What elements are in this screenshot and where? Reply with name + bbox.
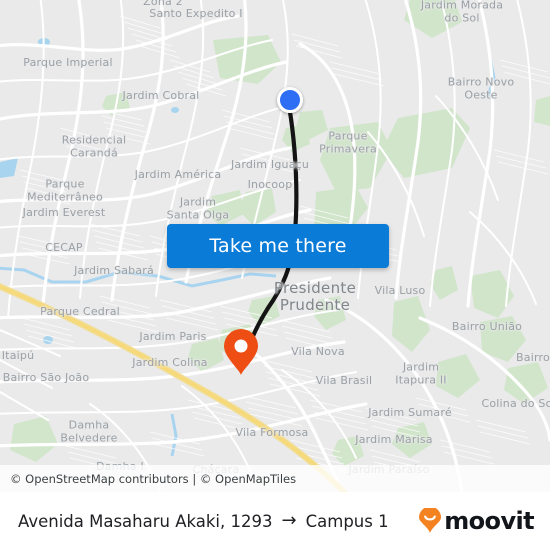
footer-bar: Avenida Masaharu Akaki, 1293 → Campus 1 … (0, 492, 550, 550)
origin-marker-icon[interactable] (277, 87, 303, 113)
moovit-wordmark: moovit (444, 507, 534, 535)
moovit-logo[interactable]: moovit (417, 507, 535, 535)
map-canvas[interactable]: Zona 2 Santo Expedito I Jardim Morada do S… (0, 0, 550, 492)
route-origin-label: Avenida Masaharu Akaki, 1293 (18, 511, 273, 531)
route-summary: Avenida Masaharu Akaki, 1293 → Campus 1 (18, 512, 389, 531)
moovit-pin-icon (419, 508, 442, 533)
take-me-there-button[interactable]: Take me there (167, 224, 389, 268)
arrow-right-icon: → (281, 510, 297, 531)
attribution-text[interactable]: © OpenStreetMap contributors | © OpenMap… (10, 472, 296, 486)
map-attribution-bar: © OpenStreetMap contributors | © OpenMap… (0, 465, 550, 492)
route-destination-label: Campus 1 (305, 511, 389, 531)
moovit-route-screenshot: Zona 2 Santo Expedito I Jardim Morada do S… (0, 0, 550, 550)
